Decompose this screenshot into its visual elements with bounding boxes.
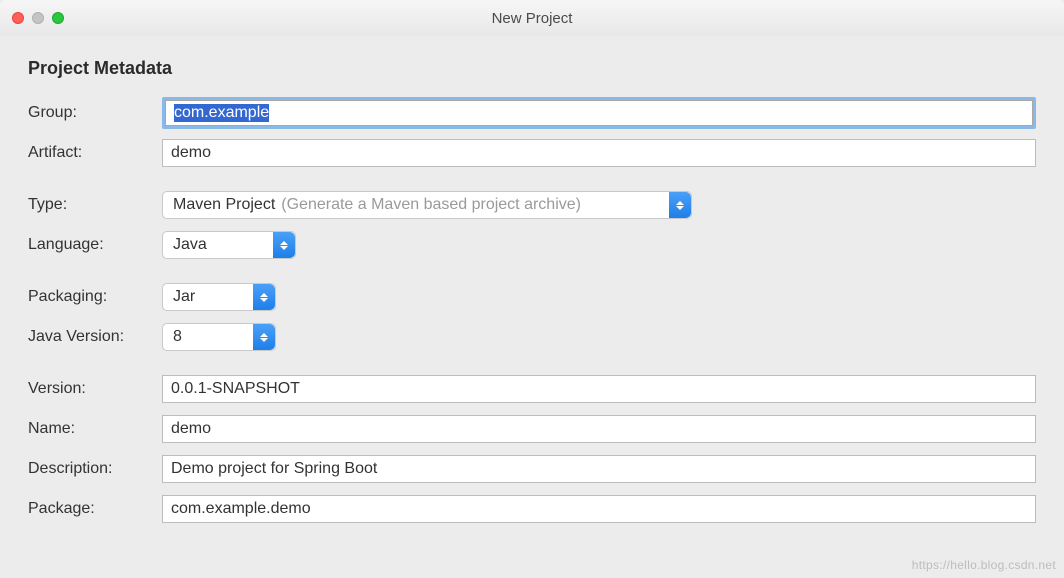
group-input[interactable] bbox=[165, 100, 1033, 126]
row-description: Description: bbox=[28, 449, 1036, 489]
java-version-select[interactable]: 8 bbox=[162, 323, 276, 351]
label-java-version: Java Version: bbox=[28, 328, 162, 346]
updown-icon bbox=[253, 284, 275, 310]
window-minimize-button[interactable] bbox=[32, 12, 44, 24]
label-description: Description: bbox=[28, 460, 162, 478]
type-select[interactable]: Maven Project (Generate a Maven based pr… bbox=[162, 191, 692, 219]
row-language: Language: Java bbox=[28, 225, 1036, 265]
watermark: https://hello.blog.csdn.net bbox=[912, 558, 1056, 572]
row-artifact: Artifact: bbox=[28, 133, 1036, 173]
packaging-select[interactable]: Jar bbox=[162, 283, 276, 311]
packaging-select-value: Jar bbox=[173, 288, 195, 306]
version-input[interactable] bbox=[162, 375, 1036, 403]
updown-icon bbox=[273, 232, 295, 258]
row-package: Package: bbox=[28, 489, 1036, 529]
type-select-value: Maven Project bbox=[173, 196, 275, 214]
label-packaging: Packaging: bbox=[28, 288, 162, 306]
row-version: Version: bbox=[28, 369, 1036, 409]
type-select-hint: (Generate a Maven based project archive) bbox=[281, 196, 581, 214]
label-package: Package: bbox=[28, 500, 162, 518]
language-select-value: Java bbox=[173, 236, 207, 254]
new-project-window: New Project Project Metadata Group: Arti… bbox=[0, 0, 1064, 578]
updown-icon bbox=[253, 324, 275, 350]
section-title: Project Metadata bbox=[28, 58, 1036, 79]
row-packaging: Packaging: Jar bbox=[28, 277, 1036, 317]
updown-icon bbox=[669, 192, 691, 218]
row-group: Group: bbox=[28, 93, 1036, 133]
window-title: New Project bbox=[10, 10, 1054, 27]
name-input[interactable] bbox=[162, 415, 1036, 443]
java-version-select-value: 8 bbox=[173, 328, 182, 346]
label-version: Version: bbox=[28, 380, 162, 398]
label-type: Type: bbox=[28, 196, 162, 214]
description-input[interactable] bbox=[162, 455, 1036, 483]
language-select[interactable]: Java bbox=[162, 231, 296, 259]
package-input[interactable] bbox=[162, 495, 1036, 523]
row-java-version: Java Version: 8 bbox=[28, 317, 1036, 357]
label-language: Language: bbox=[28, 236, 162, 254]
label-artifact: Artifact: bbox=[28, 144, 162, 162]
artifact-input[interactable] bbox=[162, 139, 1036, 167]
window-controls bbox=[12, 12, 64, 24]
titlebar: New Project bbox=[0, 0, 1064, 36]
row-type: Type: Maven Project (Generate a Maven ba… bbox=[28, 185, 1036, 225]
label-name: Name: bbox=[28, 420, 162, 438]
row-name: Name: bbox=[28, 409, 1036, 449]
window-close-button[interactable] bbox=[12, 12, 24, 24]
form-content: Project Metadata Group: Artifact: Type: … bbox=[0, 36, 1064, 578]
window-zoom-button[interactable] bbox=[52, 12, 64, 24]
label-group: Group: bbox=[28, 104, 162, 122]
group-input-focus-ring bbox=[162, 97, 1036, 129]
